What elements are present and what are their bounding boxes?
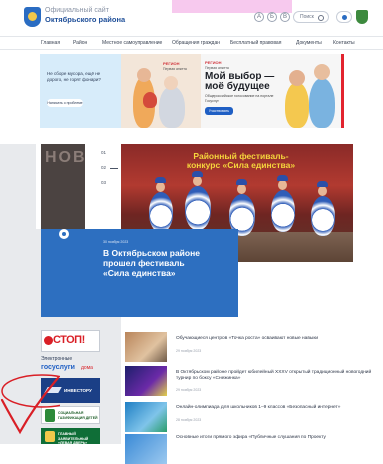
site-subtitle: Официальный сайт [45, 7, 109, 14]
news-title[interactable]: В Октябрьском районе пройдет юбилейный X… [176, 370, 376, 382]
feature-date: 30 ноября 2023 [103, 240, 129, 244]
news-title[interactable]: Обучающиеся центров «Точка роста» осваив… [176, 336, 376, 342]
slider-control-icon[interactable] [59, 229, 69, 239]
news-title[interactable]: Онлайн-олимпиада для школьников 1–9 клас… [176, 405, 376, 411]
banner-edge-strip [341, 54, 344, 128]
nav-item-home[interactable]: Главная [41, 40, 60, 46]
news-date: 28 ноября 2023 [176, 418, 202, 422]
banner-brand: РЕГИОН [163, 61, 180, 66]
person-illustration [309, 78, 335, 128]
font-size-button[interactable]: Б [267, 12, 277, 22]
dancer-illustration [311, 196, 335, 236]
thumbnail-letters: НОВСТ [45, 149, 85, 166]
news-date: 29 ноября 2023 [176, 388, 202, 392]
font-size-button[interactable]: В [280, 12, 290, 22]
dancer-head [278, 180, 287, 190]
slide-number-active[interactable]: 02 [101, 165, 106, 170]
left-background [0, 144, 36, 229]
news-title[interactable]: Основные итоги прямого эфира «Публичные … [176, 435, 376, 441]
dancer-headdress [192, 171, 203, 177]
problem-report-banner[interactable]: Не сборе мусора, ещё не дорого, не горят… [40, 54, 121, 128]
dancer-head [156, 182, 165, 192]
investor-text: ИНВЕСТОРУ [64, 388, 92, 393]
main-nav: Главная Район Местное самоуправление Обр… [0, 36, 383, 50]
feature-title[interactable]: В Октябрьском районе прошел фестиваль «С… [103, 248, 203, 278]
person-head-illustration [164, 76, 178, 90]
coat-of-arms-icon [356, 10, 368, 24]
dancer-illustration [185, 186, 211, 230]
child-illustration [143, 92, 157, 108]
social-gasification-text: СОЦИАЛЬНАЯ ГАЗИФИКАЦИЯ ДЕТЕЙ [58, 411, 98, 420]
participate-button[interactable]: Участвовать [205, 107, 233, 115]
region-banner[interactable]: РЕГИОН Первая анкета [121, 54, 201, 128]
stop-sign-icon [44, 336, 53, 345]
nav-item-contacts[interactable]: Контакты [333, 40, 355, 46]
news-thumbnail[interactable] [125, 332, 167, 362]
red-checkmark-annotation [0, 374, 60, 435]
site-title[interactable]: Октябрьского района [45, 15, 125, 24]
dancer-head [237, 184, 246, 194]
dancer-headdress [317, 181, 328, 187]
social-banner-2-text: ГЛАВНЫЙ ЗАЯВИТЕЛЬНЫЙ «ЛЕВАЯ ДВЕРЬ» ДЕТЕЙ [58, 432, 89, 450]
person-head-illustration [137, 68, 151, 82]
news-date: 29 ноября 2023 [176, 349, 202, 353]
search-label: Поиск [300, 14, 314, 20]
gosuslugi-line3: дома [81, 365, 93, 371]
dancer-head [318, 186, 327, 196]
dancer-headdress [277, 175, 288, 181]
feature-card[interactable]: 30 ноября 2023 В Октябрьском районе прош… [41, 229, 238, 317]
news-thumbnail[interactable] [125, 402, 167, 432]
banner-subtitle: Первая анкета [163, 67, 187, 71]
nav-item-district[interactable]: Район [73, 40, 87, 46]
site-logo-icon[interactable] [24, 7, 41, 27]
dancer-headdress [155, 177, 166, 183]
banner-subtitle: Первая анкета [205, 66, 229, 70]
news-thumbnail[interactable] [125, 366, 167, 396]
dancer-headdress [236, 179, 247, 185]
report-problem-button[interactable]: Написать о проблеме [47, 99, 83, 107]
news-thumbnail[interactable] [125, 434, 167, 464]
nav-item-documents[interactable]: Документы [296, 40, 322, 46]
search-button[interactable]: Поиск [293, 11, 329, 23]
nav-item-appeals[interactable]: Обращения граждан [172, 40, 220, 46]
stop-text: СТОП! [53, 334, 85, 346]
slide-number[interactable]: 01 [101, 150, 106, 155]
person-head-illustration [314, 64, 330, 80]
person-illustration [159, 86, 185, 128]
person-illustration [285, 82, 309, 128]
dancer-illustration [271, 190, 295, 232]
header-pink-strip [172, 0, 292, 13]
photo-banner-title: Районный фестиваль-конкурс «Сила единств… [186, 151, 296, 170]
slide-number[interactable]: 03 [101, 180, 106, 185]
accessibility-eye-icon[interactable] [336, 11, 352, 23]
person-head-illustration [289, 70, 305, 86]
stop-banner[interactable]: СТОП! [41, 330, 100, 352]
banner-headline: Мой выбор — моё будущее [205, 71, 275, 92]
banner-brand: РЕГИОН [205, 60, 222, 65]
banner-text: Общероссийское голосование на портале Го… [205, 94, 274, 103]
nav-item-self-government[interactable]: Местное самоуправление [102, 40, 162, 46]
font-size-button[interactable]: А [254, 12, 264, 22]
dancer-head [193, 176, 202, 186]
dancer-illustration [149, 192, 173, 232]
banner-text: Не сборе мусора, ещё не дорого, не горят… [47, 71, 101, 82]
nav-item-legal[interactable]: Бесплатный правовая [230, 40, 281, 46]
vote-banner[interactable]: РЕГИОН Первая анкета Мой выбор — моё буд… [201, 54, 341, 128]
previous-slide-thumbnail[interactable]: НОВСТ [41, 144, 85, 229]
active-slide-dash [110, 168, 118, 169]
